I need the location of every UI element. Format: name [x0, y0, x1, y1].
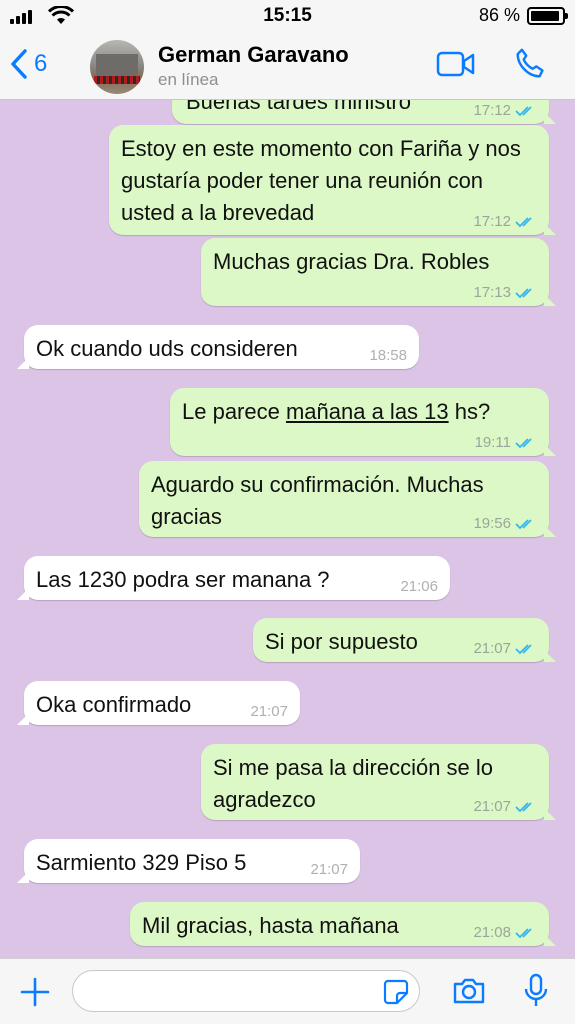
- message-bubble-outgoing[interactable]: Muchas gracias Dra. Robles 17:13: [201, 238, 556, 306]
- read-receipt-icon: [515, 288, 532, 299]
- sticker-icon[interactable]: [383, 979, 409, 1005]
- contact-status: en línea: [158, 70, 219, 89]
- message-text: Muchas gracias Dra. Robles: [213, 249, 490, 274]
- message-bubble-incoming[interactable]: Ok cuando uds consideren 18:58: [17, 325, 419, 369]
- read-receipt-icon: [515, 928, 532, 939]
- read-receipt-icon: [515, 644, 532, 655]
- message-bubble-outgoing[interactable]: Mil gracias, hasta mañana 21:08: [130, 902, 556, 946]
- battery-percentage: 86 %: [478, 5, 520, 25]
- message-time: 19:56: [473, 515, 537, 533]
- message-text: Ok cuando uds consideren: [36, 336, 298, 361]
- date-link[interactable]: mañana a las 13: [286, 399, 449, 424]
- message-time: 21:07: [473, 640, 537, 658]
- message-list[interactable]: Buenas tardes ministro 17:12 Estoy en es…: [0, 100, 575, 958]
- message-bubble-outgoing[interactable]: Si por supuesto 21:07: [253, 618, 556, 662]
- read-receipt-icon: [515, 519, 532, 530]
- message-bubble-incoming[interactable]: Oka confirmado 21:07: [17, 681, 300, 725]
- read-receipt-icon: [515, 106, 532, 117]
- message-bubble-outgoing[interactable]: Si me pasa la dirección se lo agradezco …: [201, 744, 556, 820]
- message-bubble-outgoing[interactable]: Buenas tardes ministro 17:12: [172, 100, 556, 124]
- message-time: 21:07: [250, 703, 288, 720]
- message-time: 21:07: [310, 861, 348, 878]
- input-bar: [0, 958, 575, 1024]
- message-input[interactable]: [72, 970, 420, 1012]
- message-time: 17:13: [473, 284, 537, 302]
- read-receipt-icon: [515, 802, 532, 813]
- message-text: Le parece mañana a las 13 hs?: [182, 399, 491, 424]
- phone-icon[interactable]: [512, 46, 548, 82]
- microphone-icon[interactable]: [523, 973, 549, 1009]
- message-text: Buenas tardes ministro: [186, 100, 411, 114]
- battery-icon: [527, 7, 568, 25]
- message-bubble-outgoing[interactable]: Le parece mañana a las 13 hs? 19:11: [170, 388, 556, 456]
- video-call-icon[interactable]: [436, 50, 476, 78]
- back-chevron-icon: [11, 49, 27, 79]
- read-receipt-icon: [515, 217, 532, 228]
- message-bubble-incoming[interactable]: Sarmiento 329 Piso 5 21:07: [17, 839, 360, 883]
- message-text: Las 1230 podra ser manana ?: [36, 567, 330, 592]
- message-time: 18:58: [369, 347, 407, 364]
- message-time: 17:12: [473, 102, 537, 120]
- message-time: 19:11: [475, 434, 537, 452]
- message-time: 21:08: [473, 924, 537, 942]
- avatar[interactable]: [90, 40, 144, 94]
- message-bubble-incoming[interactable]: Las 1230 podra ser manana ? 21:06: [17, 556, 450, 600]
- camera-icon[interactable]: [452, 977, 486, 1005]
- plus-icon[interactable]: [20, 977, 50, 1007]
- message-bubble-outgoing[interactable]: Aguardo su confirmación. Muchas gracias …: [139, 461, 556, 537]
- message-time: 17:12: [473, 213, 537, 231]
- message-time: 21:07: [473, 798, 537, 816]
- unread-count: 6: [34, 50, 48, 77]
- message-bubble-outgoing[interactable]: Estoy en este momento con Fariña y nos g…: [109, 125, 556, 235]
- message-time: 21:06: [400, 578, 438, 595]
- message-text: Sarmiento 329 Piso 5: [36, 850, 247, 875]
- status-bar: 15:15 86 %: [0, 0, 575, 32]
- chat-header: 6 German Garavano en línea: [0, 32, 575, 100]
- back-button[interactable]: 6: [10, 48, 47, 80]
- contact-name[interactable]: German Garavano: [158, 42, 349, 68]
- read-receipt-icon: [515, 438, 532, 449]
